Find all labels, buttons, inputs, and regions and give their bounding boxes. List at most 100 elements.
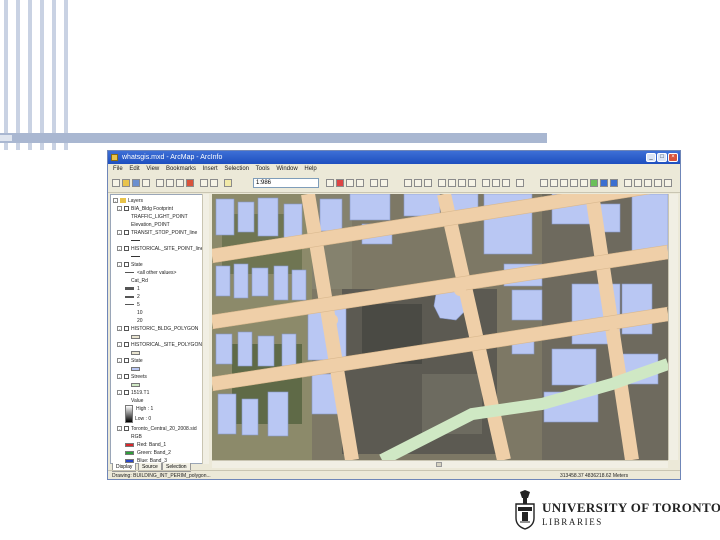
menu-bookmarks[interactable]: Bookmarks xyxy=(166,164,196,175)
layer-checkbox[interactable] xyxy=(124,374,129,380)
minimize-button[interactable]: _ xyxy=(646,153,656,162)
collapse-icon[interactable]: - xyxy=(117,230,122,236)
toc-layer[interactable]: - Streets xyxy=(117,373,147,381)
pan-icon[interactable] xyxy=(580,179,588,187)
green-band-swatch xyxy=(125,450,134,455)
attributes-icon[interactable] xyxy=(424,179,432,187)
toc-sublabel: Value xyxy=(131,398,144,404)
toc-layer[interactable]: - State xyxy=(117,261,143,269)
undo-icon[interactable] xyxy=(200,179,208,187)
toc-scrollbar[interactable] xyxy=(202,194,209,464)
menu-view[interactable]: View xyxy=(146,164,159,175)
find-icon[interactable] xyxy=(654,179,662,187)
open-icon[interactable] xyxy=(122,179,130,187)
layout-icon[interactable] xyxy=(438,179,446,187)
collapse-icon[interactable]: - xyxy=(117,246,122,252)
editor-icon[interactable] xyxy=(326,179,334,187)
next-extent-icon[interactable] xyxy=(610,179,618,187)
select-elements-icon[interactable] xyxy=(634,179,642,187)
red-band-swatch xyxy=(125,442,134,447)
toc-layer[interactable]: - Toronto_Central_20_2008.sid xyxy=(117,425,197,433)
fixed-zoom-out-icon[interactable] xyxy=(570,179,578,187)
add-data-icon[interactable] xyxy=(224,179,232,187)
toc-sublabel: Low : 0 xyxy=(135,416,152,422)
toc-layer[interactable]: - HISTORICAL_SITE_POINT_line xyxy=(117,245,203,253)
identify-icon[interactable] xyxy=(644,179,652,187)
toc-symbol xyxy=(131,333,143,341)
layer-checkbox[interactable] xyxy=(124,206,129,212)
redo-icon[interactable] xyxy=(210,179,218,187)
layer-checkbox[interactable] xyxy=(124,358,129,364)
feature-icon[interactable] xyxy=(458,179,466,187)
toc-layer[interactable]: - TRANSIT_STOP_POINT_line xyxy=(117,229,197,237)
menu-tools[interactable]: Tools xyxy=(256,164,270,175)
map-horizontal-scrollbar[interactable] xyxy=(212,460,668,468)
fill-swatch xyxy=(131,382,140,387)
layer-checkbox[interactable] xyxy=(124,246,129,252)
collapse-icon[interactable]: - xyxy=(117,358,122,364)
layer-checkbox[interactable] xyxy=(124,262,129,268)
paste-icon[interactable] xyxy=(176,179,184,187)
command-line-icon[interactable] xyxy=(346,179,354,187)
graphics-icon[interactable] xyxy=(468,179,476,187)
new-icon[interactable] xyxy=(112,179,120,187)
print-icon[interactable] xyxy=(142,179,150,187)
symbol-icon[interactable] xyxy=(502,179,510,187)
menu-help[interactable]: Help xyxy=(304,164,316,175)
menu-selection[interactable]: Selection xyxy=(224,164,249,175)
scrollbar-thumb[interactable] xyxy=(436,462,442,467)
cut-icon[interactable] xyxy=(156,179,164,187)
full-extent-icon[interactable] xyxy=(590,179,598,187)
toc-layer[interactable]: - State xyxy=(117,357,143,365)
magnifier-icon[interactable] xyxy=(356,179,364,187)
layer-checkbox[interactable] xyxy=(124,326,129,332)
collapse-icon[interactable]: - xyxy=(117,342,122,348)
sketch-tool-icon[interactable] xyxy=(414,179,422,187)
menu-edit[interactable]: Edit xyxy=(129,164,139,175)
edit-tool-icon[interactable] xyxy=(404,179,412,187)
collapse-icon[interactable]: - xyxy=(117,262,122,268)
map-display[interactable] xyxy=(212,194,668,460)
toc-layer[interactable]: - HISTORIC_BLDG_POLYGON xyxy=(117,325,198,333)
layer-checkbox[interactable] xyxy=(124,342,129,348)
collapse-icon[interactable]: - xyxy=(117,426,122,432)
zoom-in-icon[interactable] xyxy=(540,179,548,187)
layer-icon[interactable] xyxy=(448,179,456,187)
select-features-icon[interactable] xyxy=(624,179,632,187)
catalog-icon[interactable] xyxy=(370,179,378,187)
close-button[interactable]: × xyxy=(668,153,678,162)
previous-extent-icon[interactable] xyxy=(600,179,608,187)
delete-icon[interactable] xyxy=(186,179,194,187)
help-icon[interactable] xyxy=(380,179,388,187)
map-scale-input[interactable]: 1:986 xyxy=(253,178,319,188)
fixed-zoom-in-icon[interactable] xyxy=(560,179,568,187)
map-vertical-scrollbar[interactable] xyxy=(668,194,678,460)
title-bar[interactable]: whatsgis.mxd - ArcMap - ArcInfo _ □ × xyxy=(108,151,680,164)
toc-layer[interactable]: - HISTORICAL_SITE_POLYGON xyxy=(117,341,202,349)
layer-checkbox[interactable] xyxy=(124,230,129,236)
toc-symbol xyxy=(131,365,143,373)
collapse-icon[interactable]: - xyxy=(117,326,122,332)
menu-window[interactable]: Window xyxy=(276,164,297,175)
toc-layer[interactable]: - BIA_Bldg Footprint xyxy=(117,205,173,213)
text-icon[interactable] xyxy=(492,179,500,187)
menu-file[interactable]: File xyxy=(113,164,123,175)
layer-checkbox[interactable] xyxy=(124,390,129,396)
toc-layer[interactable]: -1519.T1 xyxy=(117,389,149,397)
collapse-icon[interactable]: - xyxy=(117,206,122,212)
line-swatch xyxy=(125,287,134,291)
snapping-icon[interactable] xyxy=(516,179,524,187)
menu-insert[interactable]: Insert xyxy=(203,164,218,175)
zoom-out-icon[interactable] xyxy=(550,179,558,187)
collapse-icon[interactable]: - xyxy=(117,374,122,380)
collapse-icon[interactable]: - xyxy=(113,198,118,204)
maximize-button[interactable]: □ xyxy=(657,153,667,162)
toc-root[interactable]: - Layers xyxy=(113,197,143,205)
measure-icon[interactable] xyxy=(664,179,672,187)
layer-checkbox[interactable] xyxy=(124,426,129,432)
collapse-icon[interactable]: - xyxy=(117,390,122,396)
arctoolbox-icon[interactable] xyxy=(336,179,344,187)
save-icon[interactable] xyxy=(132,179,140,187)
drawing-icon[interactable] xyxy=(482,179,490,187)
copy-icon[interactable] xyxy=(166,179,174,187)
